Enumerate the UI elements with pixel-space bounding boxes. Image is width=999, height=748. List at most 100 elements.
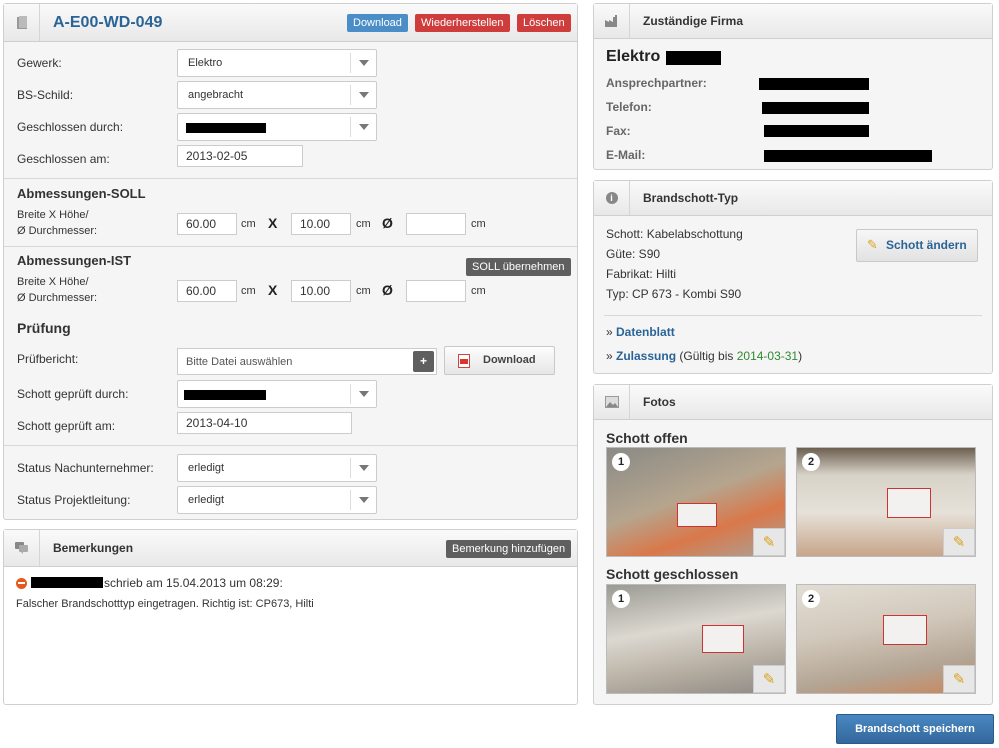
phone-label: Telefon: [606,100,652,114]
ist-width-input[interactable]: 60.00 [177,280,237,302]
plus-icon: + [419,354,427,368]
status-sub-value: erledigt [188,462,225,474]
bs-schild-select[interactable]: angebracht [177,81,377,109]
download-button[interactable]: Download [347,14,408,32]
open-photos-title: Schott offen [606,430,688,446]
photo-number: 2 [802,453,820,471]
gewerk-select[interactable]: Elektro [177,49,377,77]
redacted-company [666,51,721,65]
remarks-header: Bemerkungen Bemerkung hinzufügen [4,530,577,567]
datasheet-prefix: » [606,325,617,339]
redacted-name [186,123,266,133]
divider [4,178,577,179]
photos-panel: Fotos Schott offen 1 ✎ 2 ✎ Schott geschl… [593,384,993,705]
chevron-down-icon [350,458,376,478]
checked-by-select[interactable] [177,380,377,408]
divider [604,315,982,316]
ist-height-input[interactable]: 10.00 [291,280,351,302]
valid-date: 2014-03-31 [736,349,799,363]
ist-dims-label-2: Ø Durchmesser: [17,292,98,304]
page-title: A-E00-WD-049 [53,14,163,31]
photos-header: Fotos [594,385,992,420]
schott-type-title: Brandschott-Typ [643,191,739,205]
schott-type-line-3: Fabrikat: Hilti [606,267,677,281]
schott-type-line-4: Typ: CP 673 - Kombi S90 [606,287,742,301]
pdf-icon [458,354,470,368]
redacted-author [31,577,103,588]
report-download-label: Download [483,354,536,366]
status-pl-value: erledigt [188,494,225,506]
remarks-title: Bemerkungen [53,541,134,555]
bs-schild-value: angebracht [188,89,244,101]
ist-section-title: Abmessungen-IST [17,253,132,268]
fax-label: Fax: [606,124,631,138]
approval-prefix: » [606,349,617,363]
schott-type-line-2: Güte: S90 [606,247,661,261]
company-title: Zuständige Firma [643,14,744,28]
approval-row: » Zulassung (Gültig bis 2014-03-31) [606,349,802,363]
redacted-email [764,150,932,162]
photo-closed-1[interactable]: 1 ✎ [606,584,786,694]
times-symbol: X [268,215,278,231]
soll-section-title: Abmessungen-SOLL [17,186,146,201]
approval-link[interactable]: Zulassung [616,349,676,363]
redacted-name [184,390,266,400]
status-sub-select[interactable]: erledigt [177,454,377,482]
soll-width-unit: cm [241,218,256,230]
photo-icon [594,385,630,419]
change-schott-button[interactable]: ✎ Schott ändern [856,229,978,262]
ist-height-unit: cm [356,285,371,297]
soll-height-input[interactable]: 10.00 [291,213,351,235]
pencil-icon[interactable]: ✎ [943,665,975,693]
remark-text: Falscher Brandschotttyp eingetragen. Ric… [16,598,314,610]
soll-dims-label-1: Breite X Höhe/ [17,209,89,221]
file-input[interactable]: Bitte Datei auswählen + [177,348,437,375]
change-schott-label: Schott ändern [886,238,967,252]
pencil-icon: ✎ [867,237,878,252]
comments-icon [4,530,40,566]
restore-button[interactable]: Wiederherstellen [415,14,510,32]
bs-schild-label: BS-Schild: [17,88,74,102]
redacted-fax [764,125,869,137]
soll-height-unit: cm [356,218,371,230]
remark-meta: schrieb am 15.04.2013 um 08:29: [104,576,283,590]
ist-diameter-input[interactable] [406,280,466,302]
pencil-icon[interactable]: ✎ [753,528,785,556]
status-pl-select[interactable]: erledigt [177,486,377,514]
report-label: Prüfbericht: [17,352,79,366]
status-pl-label: Status Projektleitung: [17,493,131,507]
add-remark-button[interactable]: Bemerkung hinzufügen [446,540,572,558]
status-sub-label: Status Nachunternehmer: [17,461,154,475]
add-file-button[interactable]: + [413,351,434,372]
datasheet-link[interactable]: Datenblatt [616,325,675,339]
times-symbol: X [268,282,278,298]
divider [4,445,577,446]
apply-soll-button[interactable]: SOLL übernehmen [466,258,571,276]
file-placeholder: Bitte Datei auswählen [186,356,293,368]
checked-on-input[interactable]: 2013-04-10 [177,412,352,434]
checked-on-label: Schott geprüft am: [17,419,116,433]
closed-on-input[interactable]: 2013-02-05 [177,145,303,167]
soll-diameter-input[interactable] [406,213,466,235]
pencil-icon[interactable]: ✎ [943,528,975,556]
schott-header: A-E00-WD-049 Download Wiederherstellen L… [4,4,577,42]
report-download-button[interactable]: Download [444,346,555,375]
valid-text: (Gültig bis [676,349,737,363]
gewerk-value: Elektro [188,57,223,69]
closed-on-label: Geschlossen am: [17,152,110,166]
photo-open-2[interactable]: 2 ✎ [796,447,976,557]
pruefung-section-title: Prüfung [17,320,71,336]
delete-button[interactable]: Löschen [517,14,571,32]
schott-detail-panel: A-E00-WD-049 Download Wiederherstellen L… [3,3,578,520]
company-header: Zuständige Firma [594,4,992,39]
photo-closed-2[interactable]: 2 ✎ [796,584,976,694]
photo-open-1[interactable]: 1 ✎ [606,447,786,557]
soll-dims-label-2: Ø Durchmesser: [17,225,98,237]
pencil-icon[interactable]: ✎ [753,665,785,693]
soll-width-input[interactable]: 60.00 [177,213,237,235]
email-label: E-Mail: [606,148,646,162]
datasheet-row: » Datenblatt [606,325,675,339]
photo-number: 2 [802,590,820,608]
save-button[interactable]: Brandschott speichern [836,714,994,744]
closed-by-select[interactable] [177,113,377,141]
